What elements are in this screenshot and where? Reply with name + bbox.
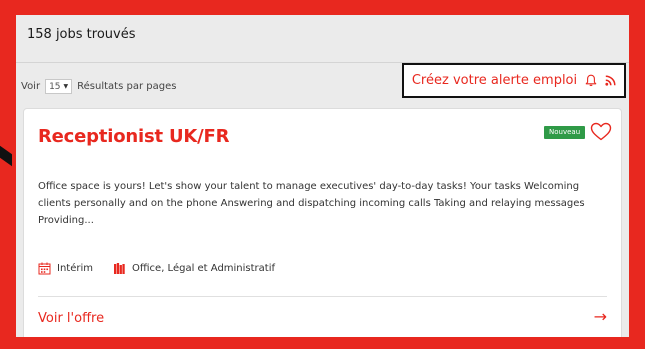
arrow-right-icon[interactable]: → — [594, 307, 607, 326]
card-divider — [38, 296, 607, 297]
contract-type: Intérim — [57, 263, 93, 274]
create-job-alert-button[interactable]: Créez votre alerte emploi — [402, 63, 626, 98]
rss-icon[interactable] — [605, 75, 616, 86]
books-icon — [113, 262, 126, 275]
frame-notch — [0, 145, 12, 167]
alert-label: Créez votre alerte emploi — [411, 73, 578, 88]
job-meta: Intérim Office, Légal et Administratif — [38, 262, 275, 275]
dropdown-caret-icon: ▼ — [63, 83, 69, 90]
results-panel: 158 jobs trouvés Voir 15 ▼ Résultats par… — [16, 15, 629, 337]
results-count: 158 jobs trouvés — [27, 27, 136, 42]
job-title[interactable]: Receptionist UK/FR — [38, 126, 229, 147]
job-card[interactable]: Receptionist UK/FR Nouveau Office space … — [23, 108, 622, 337]
job-category: Office, Légal et Administratif — [132, 263, 276, 274]
calendar-icon — [38, 262, 51, 275]
favorite-heart-icon[interactable] — [590, 122, 612, 145]
highlight-frame: 158 jobs trouvés Voir 15 ▼ Résultats par… — [0, 0, 645, 349]
new-badge: Nouveau — [544, 126, 586, 139]
per-page-value: 15 — [49, 81, 61, 92]
view-offer-link[interactable]: Voir l'offre — [38, 311, 104, 326]
job-description: Office space is yours! Let's show your t… — [38, 181, 585, 226]
per-page-select[interactable]: 15 ▼ — [45, 79, 73, 94]
pagination-suffix: Résultats par pages — [77, 81, 177, 92]
pagination-control: Voir 15 ▼ Résultats par pages — [21, 79, 176, 94]
pagination-prefix: Voir — [21, 81, 41, 92]
bell-icon — [585, 74, 597, 87]
